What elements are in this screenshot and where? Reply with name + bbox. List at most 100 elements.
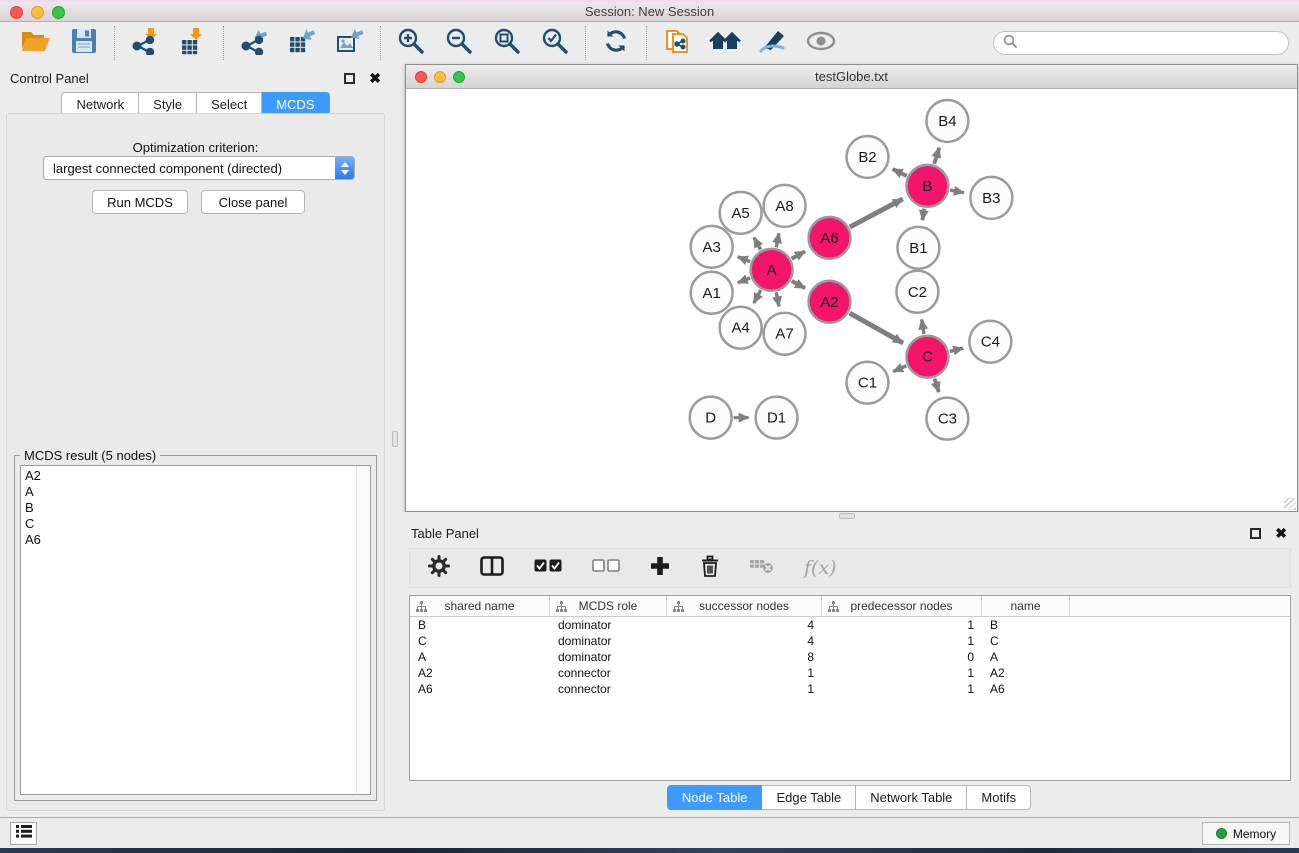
column-header-mcds-role[interactable]: MCDS role (550, 596, 667, 616)
graph-node-A6[interactable]: A6 (809, 217, 851, 259)
deselect-all-button[interactable] (592, 559, 620, 577)
zoom-in-button[interactable] (395, 28, 427, 58)
export-network-button[interactable] (238, 28, 270, 58)
graph-edge-A-A1[interactable] (738, 278, 750, 283)
graph-node-A4[interactable]: A4 (720, 307, 762, 349)
import-network-button[interactable] (129, 28, 161, 58)
table-mode-button[interactable] (480, 556, 504, 581)
table-tab-motifs[interactable]: Motifs (967, 785, 1031, 810)
graph-node-A8[interactable]: A8 (764, 185, 806, 227)
graph-edge-B-B2[interactable] (893, 169, 907, 176)
table-row-C[interactable]: Cdominator41C (410, 633, 1290, 649)
table-tab-edge-table[interactable]: Edge Table (762, 785, 856, 810)
create-column-button[interactable] (650, 556, 670, 581)
table-tab-network-table[interactable]: Network Table (856, 785, 967, 810)
graph-node-C4[interactable]: C4 (969, 321, 1011, 363)
select-all-button[interactable] (534, 559, 562, 577)
graph-edge-C-C3[interactable] (935, 379, 939, 392)
column-settings-button[interactable] (428, 555, 450, 582)
vertical-splitter[interactable] (391, 64, 399, 817)
criterion-select[interactable]: largest connected component (directed) (43, 156, 355, 180)
result-item-A2[interactable]: A2 (25, 468, 370, 484)
graph-node-B2[interactable]: B2 (847, 136, 889, 178)
show-hide-annotations-button[interactable] (805, 28, 837, 58)
result-item-A6[interactable]: A6 (25, 532, 370, 548)
open-session-button[interactable] (20, 28, 52, 58)
network-close-button[interactable] (415, 71, 427, 83)
graph-edge-A-A6[interactable] (792, 251, 805, 258)
network-canvas[interactable]: A A1 A2 A3 A4 A5 A6 A7 A8 B B1 B2 B3B4 C C1 C2 C3C4 D D1 (406, 89, 1297, 511)
memory-button[interactable]: Memory (1202, 822, 1290, 845)
search-input[interactable] (1022, 36, 1279, 51)
graphics-details-button[interactable] (757, 28, 789, 58)
splitter-grip[interactable] (839, 513, 855, 519)
column-header-predecessor-nodes[interactable]: predecessor nodes (822, 596, 982, 616)
column-header-name[interactable]: name (982, 596, 1070, 616)
graph-node-C[interactable]: C (906, 336, 948, 378)
table-tab-node-table[interactable]: Node Table (667, 785, 763, 810)
table-row-A6[interactable]: A6connector11A6 (410, 681, 1290, 697)
result-item-B[interactable]: B (25, 500, 370, 516)
graph-edge-B-B1[interactable] (922, 209, 924, 220)
graph-node-B[interactable]: B (906, 165, 948, 207)
graph-node-B1[interactable]: B1 (897, 227, 939, 269)
graph-edge-A-A2[interactable] (792, 281, 805, 288)
zoom-selected-button[interactable] (539, 28, 571, 58)
horizontal-splitter[interactable] (399, 512, 1299, 520)
graph-edge-C-C1[interactable] (893, 366, 906, 372)
graph-edge-A-A3[interactable] (738, 257, 750, 262)
graph-node-A[interactable]: A (751, 249, 793, 291)
result-item-A[interactable]: A (25, 484, 370, 500)
graph-edge-C-C4[interactable] (950, 348, 963, 351)
graph-edge-C-C2[interactable] (922, 319, 924, 334)
export-image-button[interactable] (334, 28, 366, 58)
minimize-window-button[interactable] (31, 6, 44, 19)
float-panel-icon[interactable] (344, 73, 355, 84)
table-row-B[interactable]: Bdominator41B (410, 617, 1290, 633)
network-minimize-button[interactable] (434, 71, 446, 83)
graph-edge-A2-C[interactable] (850, 313, 903, 343)
graph-edge-A-A5[interactable] (754, 237, 761, 249)
graph-node-A3[interactable]: A3 (691, 226, 733, 268)
graph-node-C3[interactable]: C3 (926, 398, 968, 440)
graph-edge-A-A4[interactable] (754, 290, 761, 303)
graph-node-D[interactable]: D (690, 397, 732, 439)
delete-columns-button[interactable] (700, 555, 720, 582)
graph-edge-B-B4[interactable] (934, 148, 939, 164)
graph-node-A2[interactable]: A2 (809, 281, 851, 323)
graph-edge-A-A8[interactable] (776, 233, 779, 247)
graph-node-C1[interactable]: C1 (847, 362, 889, 404)
zoom-window-button[interactable] (52, 6, 65, 19)
clone-network-button[interactable] (661, 28, 693, 58)
run-mcds-button[interactable]: Run MCDS (92, 190, 188, 214)
network-overview-button[interactable] (709, 28, 741, 58)
close-panel-icon[interactable]: ✖ (1275, 526, 1287, 540)
close-panel-icon[interactable]: ✖ (369, 71, 381, 85)
save-session-button[interactable] (68, 28, 100, 58)
float-panel-icon[interactable] (1250, 528, 1261, 539)
splitter-grip[interactable] (392, 431, 398, 447)
zoom-fit-button[interactable] (491, 28, 523, 58)
graph-node-C2[interactable]: C2 (896, 271, 938, 313)
graph-node-A1[interactable]: A1 (691, 272, 733, 314)
graph-node-A5[interactable]: A5 (720, 192, 762, 234)
table-row-A2[interactable]: A2connector11A2 (410, 665, 1290, 681)
zoom-out-button[interactable] (443, 28, 475, 58)
graph-edge-B-B3[interactable] (950, 190, 964, 193)
graph-node-D1[interactable]: D1 (756, 397, 798, 439)
graph-node-B3[interactable]: B3 (970, 177, 1012, 219)
table-row-A[interactable]: Adominator80A (410, 649, 1290, 665)
column-header-shared-name[interactable]: shared name (410, 596, 550, 616)
apply-layout-button[interactable] (600, 28, 632, 58)
result-item-C[interactable]: C (25, 516, 370, 532)
column-header-successor-nodes[interactable]: successor nodes (667, 596, 822, 616)
graph-edge-A6-B[interactable] (850, 199, 903, 227)
close-window-button[interactable] (10, 6, 23, 19)
result-scrollbar[interactable] (356, 467, 369, 793)
export-table-button[interactable] (286, 28, 318, 58)
graph-node-A7[interactable]: A7 (764, 313, 806, 355)
task-history-button[interactable] (10, 822, 37, 845)
graph-edge-A-A7[interactable] (776, 292, 779, 306)
network-zoom-button[interactable] (453, 71, 465, 83)
graph-node-B4[interactable]: B4 (926, 100, 968, 142)
